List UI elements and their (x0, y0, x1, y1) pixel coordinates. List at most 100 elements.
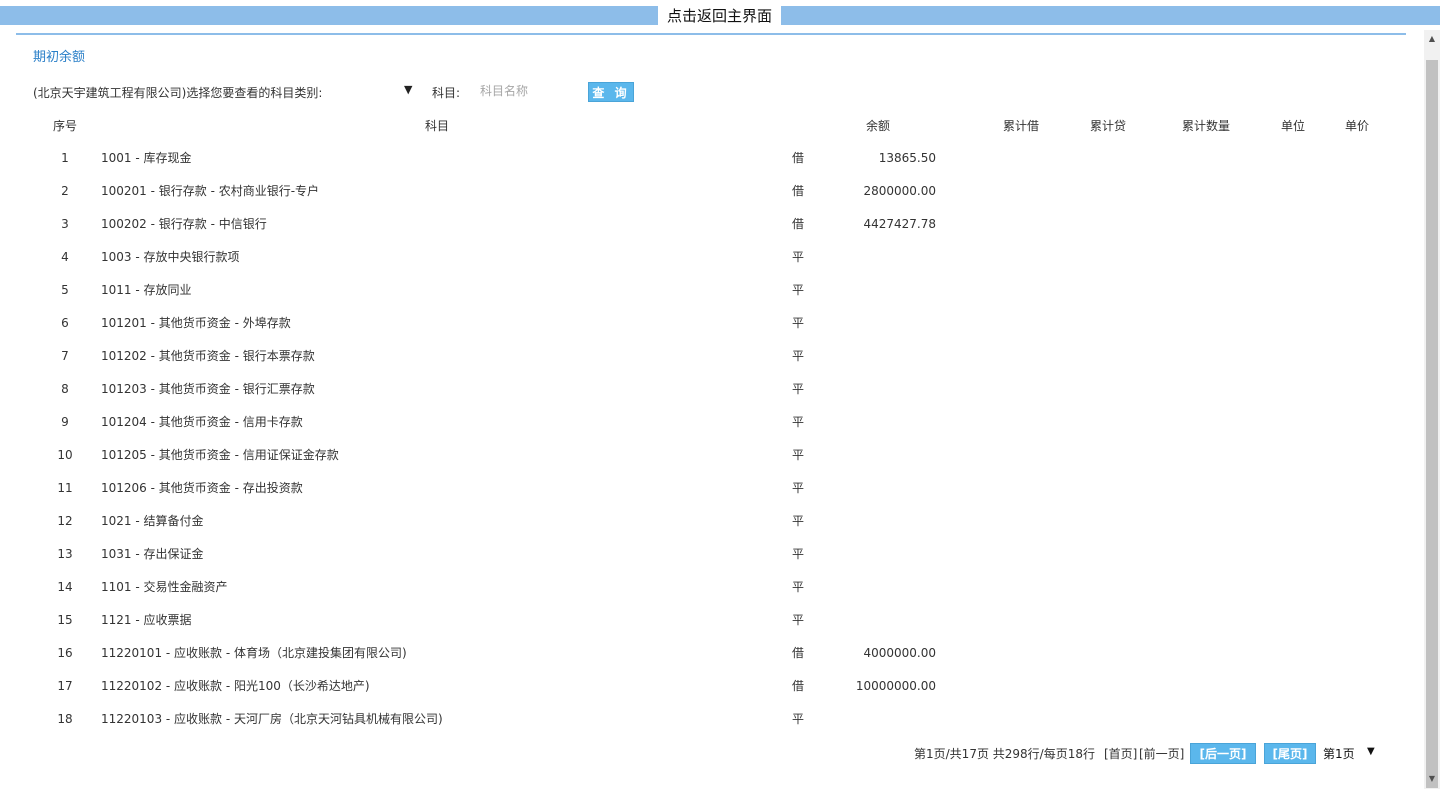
back-to-main-button[interactable]: 点击返回主界面 (658, 6, 781, 26)
row-number: 17 (57, 679, 73, 693)
category-select-label[interactable]: (北京天宇建筑工程有限公司)选择您要查看的科目类别: (33, 84, 322, 101)
section-divider (16, 33, 1406, 35)
row-balance: 4427427.78 (863, 217, 936, 231)
row-number: 7 (61, 349, 69, 363)
table-row: 12 1021 - 结算备付金 平 (0, 513, 1420, 546)
table-row: 9 101204 - 其他货币资金 - 信用卡存款 平 (0, 414, 1420, 447)
row-direction: 平 (792, 481, 805, 495)
row-direction: 平 (792, 382, 805, 396)
row-subject: 101204 - 其他货币资金 - 信用卡存款 (101, 415, 303, 429)
header-quantity: 累计数量 (1182, 119, 1231, 133)
row-direction: 平 (792, 547, 805, 561)
section-title: 期初余额 (33, 50, 86, 65)
row-number: 10 (57, 448, 73, 462)
table-row: 8 101203 - 其他货币资金 - 银行汇票存款 平 (0, 381, 1420, 414)
row-subject: 11220103 - 应收账款 - 天河厂房（北京天河钻具机械有限公司) (101, 712, 443, 726)
header-no: 序号 (53, 119, 78, 133)
table-row: 16 11220101 - 应收账款 - 体育场（北京建投集团有限公司) 借 4000… (0, 645, 1420, 678)
row-direction: 借 (792, 151, 805, 165)
row-subject: 100202 - 银行存款 - 中信银行 (101, 217, 267, 231)
table-row: 4 1003 - 存放中央银行款项 平 (0, 249, 1420, 282)
row-number: 9 (61, 415, 69, 429)
subject-label: 科目: (432, 86, 461, 100)
row-direction: 借 (792, 184, 805, 198)
table-row: 10 101205 - 其他货币资金 - 信用证保证金存款 平 (0, 447, 1420, 480)
header-balance: 余额 (866, 119, 891, 133)
table-row: 1 1001 - 库存现金 借 13865.50 (0, 150, 1420, 183)
table-row: 3 100202 - 银行存款 - 中信银行 借 4427427.78 (0, 216, 1420, 249)
row-number: 18 (57, 712, 73, 726)
table-row: 7 101202 - 其他货币资金 - 银行本票存款 平 (0, 348, 1420, 381)
header-unit: 单位 (1281, 119, 1306, 133)
row-direction: 平 (792, 712, 805, 726)
row-direction: 平 (792, 580, 805, 594)
table-row: 13 1031 - 存出保证金 平 (0, 546, 1420, 579)
table-row: 15 1121 - 应收票据 平 (0, 612, 1420, 645)
scroll-thumb[interactable] (1426, 60, 1438, 788)
category-dropdown-arrow-icon[interactable]: ▼ (404, 83, 412, 96)
scroll-down-arrow-icon[interactable]: ▼ (1424, 774, 1440, 786)
row-direction: 借 (792, 646, 805, 660)
row-subject: 1021 - 结算备付金 (101, 514, 204, 528)
row-subject: 101206 - 其他货币资金 - 存出投资款 (101, 481, 303, 495)
row-number: 1 (61, 151, 69, 165)
row-subject: 101201 - 其他货币资金 - 外埠存款 (101, 316, 291, 330)
table-row: 14 1101 - 交易性金融资产 平 (0, 579, 1420, 612)
row-number: 6 (61, 316, 69, 330)
table-row: 6 101201 - 其他货币资金 - 外埠存款 平 (0, 315, 1420, 348)
row-number: 2 (61, 184, 69, 198)
page-select-arrow-icon[interactable]: ▼ (1367, 746, 1375, 757)
row-subject: 11220102 - 应收账款 - 阳光100（长沙希达地产) (101, 679, 370, 693)
row-direction: 借 (792, 679, 805, 693)
table-row: 5 1011 - 存放同业 平 (0, 282, 1420, 315)
subject-search-input[interactable] (472, 81, 580, 101)
row-number: 4 (61, 250, 69, 264)
header-price: 单价 (1345, 119, 1370, 133)
row-direction: 平 (792, 613, 805, 627)
row-number: 12 (57, 514, 73, 528)
row-subject: 100201 - 银行存款 - 农村商业银行-专户 (101, 184, 320, 198)
pager-first-link[interactable]: [首页] (1104, 745, 1137, 762)
table-row: 18 11220103 - 应收账款 - 天河厂房（北京天河钻具机械有限公司) 平 (0, 711, 1420, 744)
query-button[interactable]: 查 询 (588, 82, 634, 102)
row-direction: 平 (792, 283, 805, 297)
row-subject: 101202 - 其他货币资金 - 银行本票存款 (101, 349, 315, 363)
row-subject: 1011 - 存放同业 (101, 283, 192, 297)
row-balance: 2800000.00 (863, 184, 936, 198)
pager-next-button[interactable]: [后一页] (1190, 743, 1256, 764)
row-number: 5 (61, 283, 69, 297)
row-direction: 借 (792, 217, 805, 231)
row-subject: 101205 - 其他货币资金 - 信用证保证金存款 (101, 448, 339, 462)
page-select[interactable]: 第1页 (1323, 745, 1355, 762)
row-subject: 1003 - 存放中央银行款项 (101, 250, 240, 264)
header-debit: 累计借 (1003, 119, 1040, 133)
row-number: 15 (57, 613, 73, 627)
pager-summary: 第1页/共17页 共298行/每页18行 (914, 747, 1095, 761)
row-direction: 平 (792, 316, 805, 330)
row-balance: 10000000.00 (855, 679, 936, 693)
row-number: 3 (61, 217, 69, 231)
row-subject: 101203 - 其他货币资金 - 银行汇票存款 (101, 382, 315, 396)
table-row: 2 100201 - 银行存款 - 农村商业银行-专户 借 2800000.00 (0, 183, 1420, 216)
row-number: 14 (57, 580, 73, 594)
row-subject: 11220101 - 应收账款 - 体育场（北京建投集团有限公司) (101, 646, 407, 660)
row-subject: 1001 - 库存现金 (101, 151, 192, 165)
pager-last-button[interactable]: [尾页] (1264, 743, 1316, 764)
row-number: 13 (57, 547, 73, 561)
pager-prev-link[interactable]: [前一页] (1139, 745, 1184, 762)
row-balance: 13865.50 (878, 151, 936, 165)
header-subject: 科目 (425, 119, 450, 133)
row-subject: 1031 - 存出保证金 (101, 547, 204, 561)
row-direction: 平 (792, 448, 805, 462)
table-row: 17 11220102 - 应收账款 - 阳光100（长沙希达地产) 借 100000… (0, 678, 1420, 711)
row-direction: 平 (792, 514, 805, 528)
row-number: 11 (57, 481, 73, 495)
vertical-scrollbar[interactable]: ▲ ▼ (1424, 30, 1440, 789)
row-balance: 4000000.00 (863, 646, 936, 660)
row-subject: 1101 - 交易性金融资产 (101, 580, 228, 594)
scroll-up-arrow-icon[interactable]: ▲ (1424, 34, 1440, 46)
row-number: 16 (57, 646, 73, 660)
row-direction: 平 (792, 415, 805, 429)
table-row: 11 101206 - 其他货币资金 - 存出投资款 平 (0, 480, 1420, 513)
row-subject: 1121 - 应收票据 (101, 613, 192, 627)
